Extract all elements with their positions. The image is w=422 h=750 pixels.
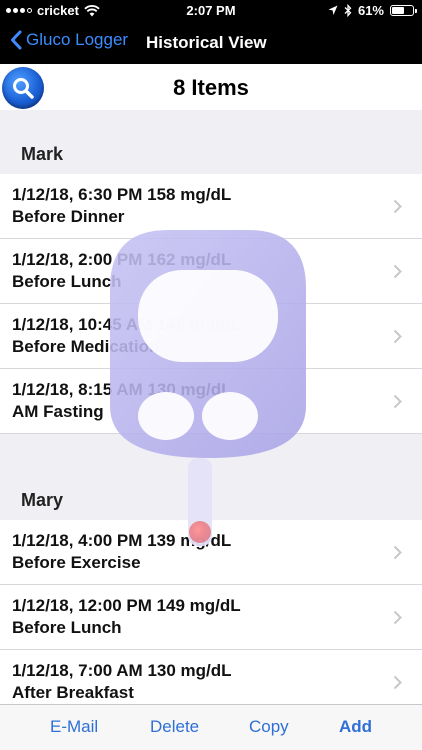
chevron-right-icon xyxy=(393,610,402,625)
email-button[interactable]: E-Mail xyxy=(50,717,98,737)
items-count: 8 Items xyxy=(173,75,249,100)
chevron-right-icon xyxy=(393,545,402,560)
reading-context: Before Exercise xyxy=(12,553,141,572)
reading-context: After Breakfast xyxy=(12,683,134,702)
chevron-right-icon xyxy=(393,675,402,690)
chevron-right-icon xyxy=(393,329,402,344)
readings-list[interactable]: Mark 1/12/18, 6:30 PM 158 mg/dL Before D… xyxy=(0,110,422,704)
status-bar: cricket 2:07 PM 61% xyxy=(0,0,422,22)
list-item[interactable]: 1/12/18, 6:30 PM 158 mg/dL Before Dinner xyxy=(0,174,422,239)
reading-text: 1/12/18, 6:30 PM 158 mg/dL xyxy=(12,185,232,204)
delete-button[interactable]: Delete xyxy=(150,717,199,737)
page-title: Historical View xyxy=(146,33,267,52)
reading-context: Before Dinner xyxy=(12,207,125,226)
list-item[interactable]: 1/12/18, 4:00 PM 139 mg/dL Before Exerci… xyxy=(0,520,422,585)
location-arrow-icon xyxy=(328,5,338,15)
section-header-mark: Mark xyxy=(0,110,422,174)
navigation-bar: Gluco Logger Historical View xyxy=(0,22,422,64)
list-item[interactable]: 1/12/18, 2:00 PM 162 mg/dL Before Lunch xyxy=(0,239,422,304)
reading-context: AM Fasting xyxy=(12,402,104,421)
chevron-right-icon xyxy=(393,264,402,279)
reading-context: Before Lunch xyxy=(12,272,122,291)
chevron-left-icon xyxy=(11,30,22,50)
list-item[interactable]: 1/12/18, 12:00 PM 149 mg/dL Before Lunch xyxy=(0,585,422,650)
bottom-toolbar: E-Mail Delete Copy Add xyxy=(0,704,422,750)
reading-text: 1/12/18, 7:00 AM 130 mg/dL xyxy=(12,661,232,680)
back-button[interactable]: Gluco Logger xyxy=(10,30,128,50)
bluetooth-icon xyxy=(344,4,352,17)
reading-context: Before Lunch xyxy=(12,618,122,637)
section-title: Mary xyxy=(21,490,64,510)
reading-text: 1/12/18, 10:45 AM 148 mg/dL xyxy=(12,315,241,334)
chevron-right-icon xyxy=(393,394,402,409)
reading-context: Before Medication xyxy=(12,337,160,356)
reading-text: 1/12/18, 8:15 AM 130 mg/dL xyxy=(12,380,232,399)
copy-button[interactable]: Copy xyxy=(249,717,289,737)
chevron-right-icon xyxy=(393,199,402,214)
section-title: Mark xyxy=(21,144,64,164)
reading-text: 1/12/18, 2:00 PM 162 mg/dL xyxy=(12,250,232,269)
battery-icon xyxy=(390,5,417,16)
list-item[interactable]: 1/12/18, 10:45 AM 148 mg/dL Before Medic… xyxy=(0,304,422,369)
battery-percent: 61% xyxy=(357,3,384,18)
list-item[interactable]: 1/12/18, 7:00 AM 130 mg/dL After Breakfa… xyxy=(0,650,422,704)
section-header-mary: Mary xyxy=(0,434,422,520)
list-item[interactable]: 1/12/18, 8:15 AM 130 mg/dL AM Fasting xyxy=(0,369,422,434)
reading-text: 1/12/18, 4:00 PM 139 mg/dL xyxy=(12,531,232,550)
search-bar: 8 Items xyxy=(0,64,422,110)
back-button-label: Gluco Logger xyxy=(26,30,129,49)
add-button[interactable]: Add xyxy=(339,717,372,737)
reading-text: 1/12/18, 12:00 PM 149 mg/dL xyxy=(12,596,241,615)
